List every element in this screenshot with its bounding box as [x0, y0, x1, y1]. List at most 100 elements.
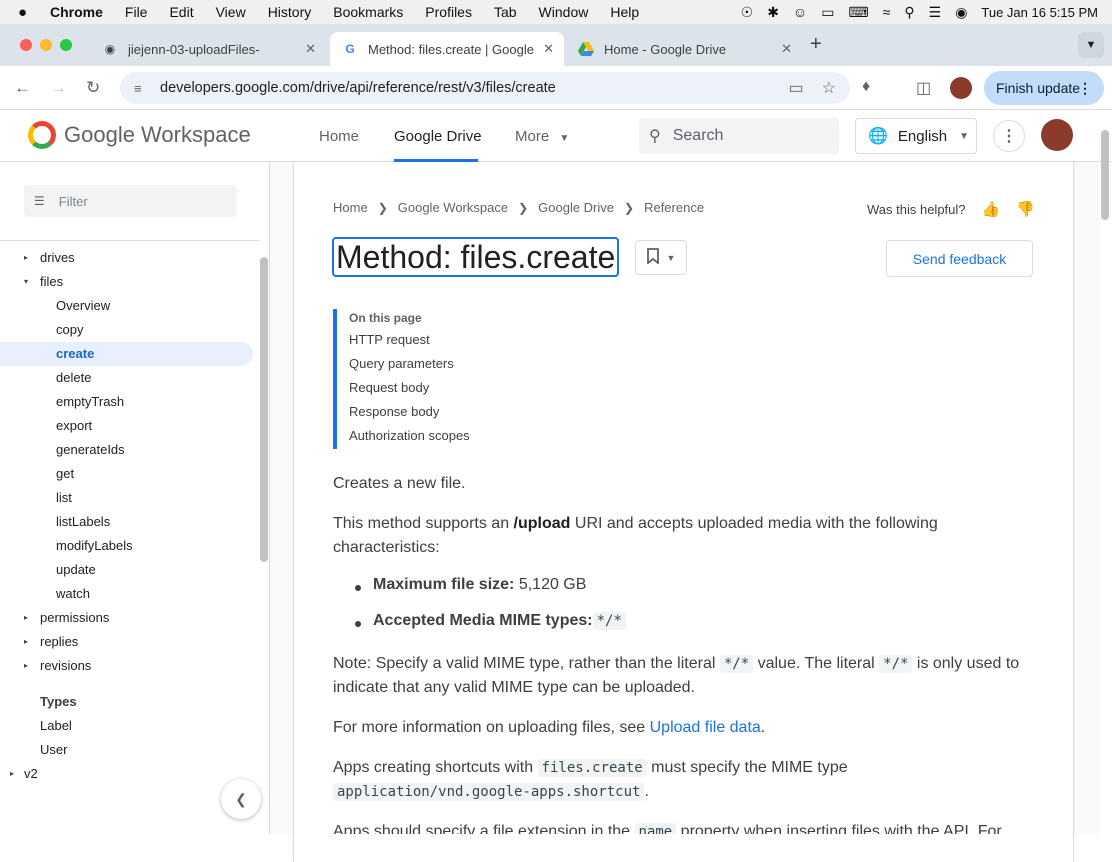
expand-arrow-icon[interactable]: ▸: [24, 606, 28, 630]
toc-link-request-body[interactable]: Request body: [349, 381, 533, 405]
breadcrumb-reference[interactable]: Reference: [644, 200, 704, 215]
site-info-icon[interactable]: ≡: [134, 81, 150, 96]
side-panel-icon[interactable]: ◫: [916, 78, 931, 98]
forward-arrow-icon[interactable]: →: [50, 78, 67, 98]
collapse-arrow-icon[interactable]: ▾: [24, 270, 28, 294]
menu-window[interactable]: Window: [539, 4, 589, 20]
expand-arrow-icon[interactable]: ▸: [24, 654, 28, 678]
sidebar-item-overview[interactable]: Overview: [56, 294, 110, 318]
menu-edit[interactable]: Edit: [169, 4, 193, 20]
more-options-button[interactable]: ⋮: [993, 120, 1025, 152]
nav-home[interactable]: Home: [319, 128, 359, 145]
tab-github[interactable]: ◉ jiejenn-03-uploadFiles- ✕: [90, 32, 326, 66]
sidebar-item-drives[interactable]: ▸ drives: [24, 246, 75, 270]
reload-icon[interactable]: ↻: [86, 78, 100, 98]
thumbs-up-icon[interactable]: 👍: [982, 200, 1001, 218]
menu-chrome[interactable]: Chrome: [50, 4, 103, 20]
wifi-icon[interactable]: ≈: [883, 4, 891, 20]
bookmark-star-icon[interactable]: ☆: [822, 78, 836, 98]
toc-link-authorization-scopes[interactable]: Authorization scopes: [349, 429, 533, 453]
finish-update-button[interactable]: Finish update ⋮: [984, 71, 1104, 105]
sidebar-item-user-type[interactable]: User: [40, 738, 67, 762]
nav-more[interactable]: More ▼: [515, 128, 569, 145]
clock[interactable]: Tue Jan 16 5:15 PM: [981, 5, 1098, 20]
sidebar-item-v2[interactable]: ▸ v2: [10, 762, 38, 786]
breadcrumb-google-workspace[interactable]: Google Workspace: [398, 200, 508, 215]
spotlight-search-icon[interactable]: ⚲: [904, 4, 914, 21]
toc-link-http-request[interactable]: HTTP request: [349, 333, 533, 357]
finish-update-label: Finish update: [996, 80, 1081, 96]
close-tab-icon[interactable]: ✕: [543, 41, 554, 57]
menu-profiles[interactable]: Profiles: [425, 4, 472, 20]
zoom-window-button[interactable]: [60, 39, 72, 51]
sidebar-item-get[interactable]: get: [56, 462, 74, 486]
keyboard-icon[interactable]: ⌨: [848, 4, 868, 21]
divider: [0, 240, 260, 241]
filter-input[interactable]: ☰ Filter: [24, 185, 237, 217]
sidebar-item-listlabels[interactable]: listLabels: [56, 510, 110, 534]
sidebar-item-watch[interactable]: watch: [56, 582, 90, 606]
install-app-icon[interactable]: ▭: [789, 78, 804, 98]
menu-history[interactable]: History: [268, 4, 312, 20]
sidebar-item-label-type[interactable]: Label: [40, 714, 72, 738]
new-tab-button[interactable]: +: [810, 33, 822, 56]
google-workspace-logo[interactable]: Google Workspace: [28, 121, 251, 149]
battery-icon[interactable]: ▭: [821, 4, 834, 21]
sidebar-item-replies[interactable]: ▸ replies: [24, 630, 78, 654]
toc-link-response-body[interactable]: Response body: [349, 405, 533, 429]
apple-icon[interactable]: ●: [18, 4, 36, 21]
thumbs-down-icon[interactable]: 👎: [1016, 200, 1035, 218]
sidebar-item-generateids[interactable]: generateIds: [56, 438, 125, 462]
bookmark-button[interactable]: ▼: [635, 240, 687, 275]
breadcrumb-home[interactable]: Home: [333, 200, 368, 215]
breadcrumb-google-drive[interactable]: Google Drive: [538, 200, 614, 215]
sidebar-item-revisions[interactable]: ▸ revisions: [24, 654, 91, 678]
tab-files-create[interactable]: G Method: files.create | Google ✕: [330, 32, 564, 66]
language-select[interactable]: 🌐 English ▼: [855, 118, 977, 154]
bluetooth-icon[interactable]: ✱: [767, 4, 779, 21]
menu-help[interactable]: Help: [610, 4, 639, 20]
menu-bookmarks[interactable]: Bookmarks: [333, 4, 403, 20]
close-window-button[interactable]: [20, 39, 32, 51]
sidebar-item-files[interactable]: ▾ files: [24, 270, 63, 294]
toc-link-query-parameters[interactable]: Query parameters: [349, 357, 533, 381]
expand-arrow-icon[interactable]: ▸: [10, 762, 14, 786]
collapse-sidebar-button[interactable]: ❮: [221, 779, 261, 819]
user-avatar[interactable]: [1041, 119, 1073, 151]
menu-file[interactable]: File: [125, 4, 148, 20]
expand-arrow-icon[interactable]: ▸: [24, 246, 28, 270]
accessibility-icon[interactable]: ☉: [741, 4, 754, 21]
siri-icon[interactable]: ◉: [955, 4, 967, 21]
sidebar-scrollbar[interactable]: [260, 257, 268, 562]
sidebar-item-modifylabels[interactable]: modifyLabels: [56, 534, 133, 558]
send-feedback-button[interactable]: Send feedback: [886, 240, 1033, 277]
control-center-icon[interactable]: ☰: [929, 4, 942, 21]
sidebar-item-permissions[interactable]: ▸ permissions: [24, 606, 109, 630]
close-tab-icon[interactable]: ✕: [305, 41, 316, 57]
tab-search-chevron-icon[interactable]: ▼: [1078, 32, 1104, 58]
sidebar-item-create[interactable]: create: [56, 342, 94, 366]
sidebar-item-export[interactable]: export: [56, 414, 92, 438]
sidebar-item-list[interactable]: list: [56, 486, 72, 510]
minimize-window-button[interactable]: [40, 39, 52, 51]
profile-avatar[interactable]: [950, 77, 972, 99]
nav-google-drive[interactable]: Google Drive: [394, 128, 482, 145]
sidebar-item-emptytrash[interactable]: emptyTrash: [56, 390, 124, 414]
tab-google-drive[interactable]: Home - Google Drive ✕: [566, 32, 802, 66]
url-text[interactable]: developers.google.com/drive/api/referenc…: [160, 80, 556, 96]
back-arrow-icon[interactable]: ←: [14, 78, 31, 98]
upload-file-data-link[interactable]: Upload file data: [650, 719, 761, 736]
extensions-icon[interactable]: ♦: [862, 78, 870, 96]
user-icon[interactable]: ☺: [793, 4, 807, 20]
address-bar[interactable]: ≡ developers.google.com/drive/api/refere…: [120, 72, 850, 104]
expand-arrow-icon[interactable]: ▸: [24, 630, 28, 654]
menu-tab[interactable]: Tab: [494, 4, 517, 20]
sidebar-item-delete[interactable]: delete: [56, 366, 91, 390]
menu-view[interactable]: View: [216, 4, 246, 20]
sidebar-item-copy[interactable]: copy: [56, 318, 83, 342]
close-tab-icon[interactable]: ✕: [781, 41, 792, 57]
more-vert-icon[interactable]: ⋮: [1078, 80, 1092, 97]
page-scrollbar[interactable]: [1101, 130, 1109, 220]
sidebar-item-update[interactable]: update: [56, 558, 96, 582]
site-search-input[interactable]: ⚲ Search: [639, 118, 839, 154]
